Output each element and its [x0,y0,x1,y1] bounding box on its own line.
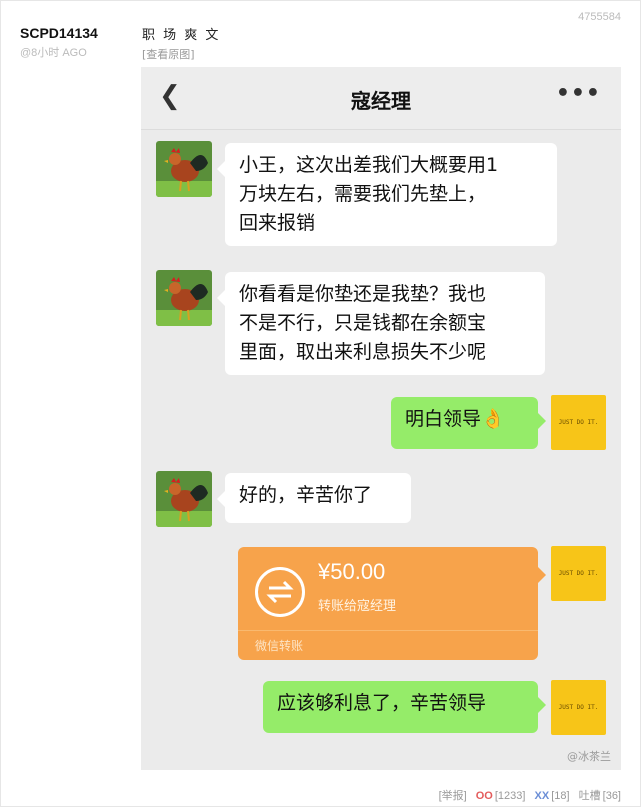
oo-count: [1233] [494,790,526,802]
author-name[interactable]: SCPD14134 [20,25,98,41]
weibo-watermark: @冰茶兰 [567,750,611,763]
report-link[interactable]: [举报] [439,790,467,802]
post-title: 职 场 爽 文 [142,28,221,43]
rooster-avatar[interactable] [156,270,212,326]
oo-button[interactable]: OO [476,790,493,802]
self-avatar[interactable]: JUST DO IT. [551,546,606,601]
transfer-card[interactable]: ¥50.00 转账给寇经理 微信转账 [238,547,546,660]
message-line: 不是不行，只是钱都在余额宝 [239,312,487,334]
message-line: 你看看是你垫还是我垫？我也 [239,283,487,305]
message-text: 明白领导 [405,408,482,430]
transfer-footer: 微信转账 [255,639,304,653]
ok-hand-icon: 👌 [481,408,505,430]
xx-button[interactable]: XX [535,790,550,802]
comment-count: [36] [602,790,621,802]
more-dots-icon[interactable]: ••• [556,81,601,106]
message-line: 回来报销 [239,212,316,234]
self-avatar[interactable]: JUST DO IT. [551,395,606,450]
transfer-desc: 转账给寇经理 [318,599,397,614]
message-line: 小王，这次出差我们大概要用1 [239,154,499,176]
rooster-avatar[interactable] [156,471,212,527]
post-id: 4755584 [578,11,621,23]
chat-screenshot: ❮ 寇经理 ••• 小王，这次出差我们大概要用1 万块左右，需要我们先垫上， 回… [141,67,621,770]
transfer-amount: ¥50.00 [318,559,386,584]
message-line: 万块左右，需要我们先垫上， [239,183,487,205]
self-avatar[interactable]: JUST DO IT. [551,680,606,735]
message-bubble-self[interactable]: 应该够利息了，辛苦领导 [263,681,546,733]
post-time: @8小时 AGO [20,47,87,59]
chat-title: 寇经理 [351,89,411,113]
divider [238,630,538,631]
post-actions: [举报] OO [1233] XX [18] 吐槽 [36] [433,787,621,803]
transfer-icon [255,567,305,617]
comment-button[interactable]: 吐槽 [579,790,601,802]
view-original-link[interactable]: [查看原图] [142,46,195,62]
xx-count: [18] [551,790,570,802]
chat-header: ❮ 寇经理 ••• [141,67,621,130]
message-line: 里面，取出来利息损失不少呢 [239,341,487,363]
rooster-avatar[interactable] [156,141,212,197]
message-bubble[interactable]: 好的，辛苦你了 [217,473,411,523]
message-bubble[interactable]: 小王，这次出差我们大概要用1 万块左右，需要我们先垫上， 回来报销 [217,143,557,246]
message-bubble[interactable]: 你看看是你垫还是我垫？我也 不是不行，只是钱都在余额宝 里面，取出来利息损失不少… [217,272,545,375]
message-bubble-self[interactable]: 明白领导👌 [391,397,546,449]
